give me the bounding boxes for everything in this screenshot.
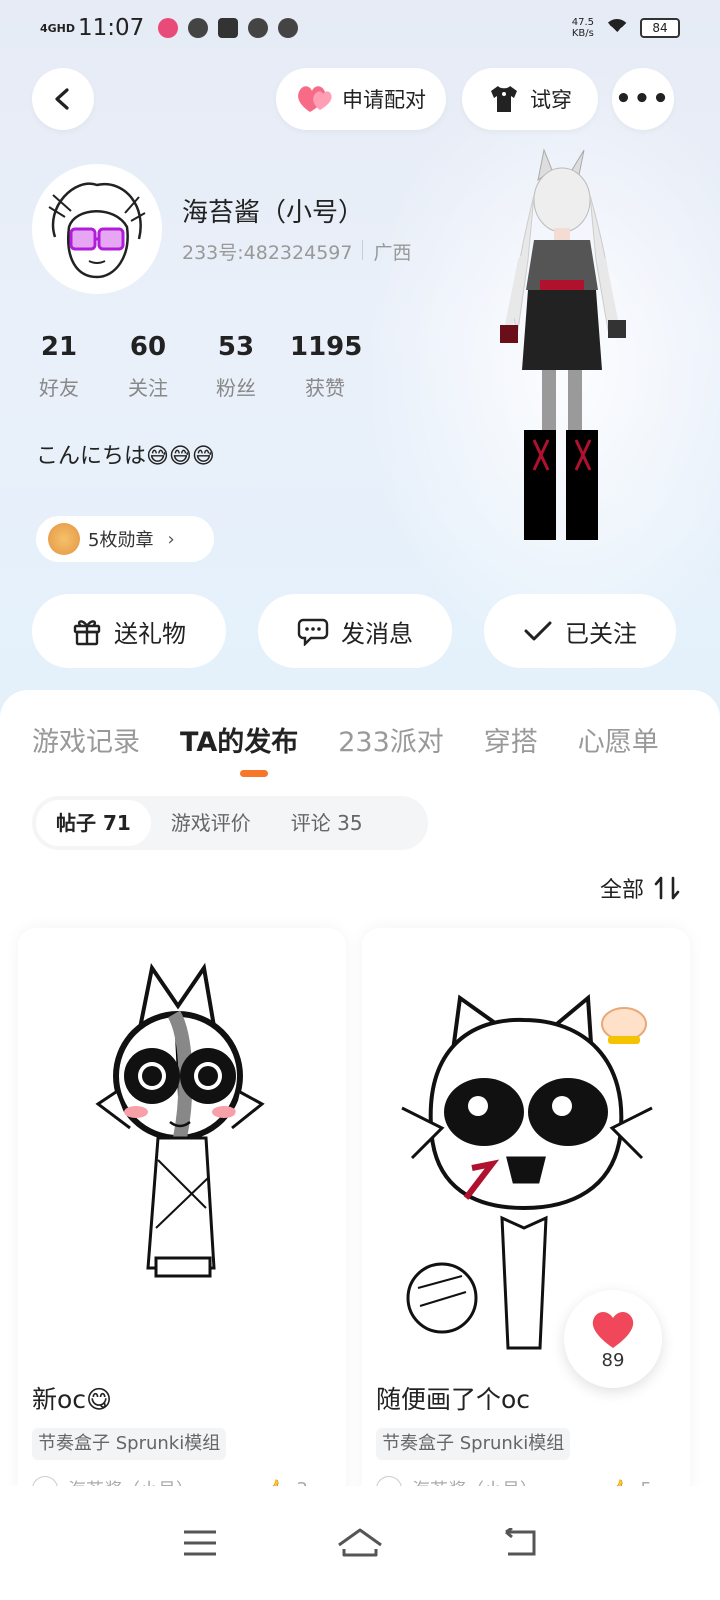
apply-pair-button[interactable]: 申请配对 <box>276 68 446 130</box>
home-icon <box>338 1528 382 1557</box>
send-message-button[interactable]: 发消息 <box>258 594 452 668</box>
stat-likes[interactable]: 1195 获赞 <box>290 332 363 401</box>
avatar-drawing <box>35 167 159 291</box>
check-icon <box>524 621 552 641</box>
menu-nav-button[interactable] <box>170 1513 230 1573</box>
stat-friends[interactable]: 21 好友 <box>30 332 88 401</box>
notification-app-icon <box>188 18 209 38</box>
stat-fans[interactable]: 53 粉丝 <box>206 332 266 401</box>
system-navigation-bar <box>0 1486 720 1600</box>
battery-icon: 84 <box>640 18 680 38</box>
subtab-comments[interactable]: 评论 35 <box>271 800 383 846</box>
stat-value: 21 <box>40 332 78 362</box>
profile-name: 海苔酱（小号） <box>182 198 365 228</box>
try-on-label: 试穿 <box>530 88 572 112</box>
tab-game-records[interactable]: 游戏记录 <box>32 720 140 759</box>
shirt-icon <box>491 86 517 112</box>
followed-label: 已关注 <box>565 619 637 648</box>
profile-bio: こんにちは😅😅😅 <box>36 444 215 469</box>
post-tag[interactable]: 节奏盒子 Sprunki模组 <box>32 1428 227 1460</box>
back-nav-button[interactable] <box>490 1513 550 1573</box>
chevron-left-icon <box>55 88 69 110</box>
network-indicator: 4GHD <box>40 21 76 35</box>
send-gift-button[interactable]: 送礼物 <box>32 594 226 668</box>
wifi-icon <box>604 19 630 45</box>
stat-label: 好友 <box>39 376 79 400</box>
profile-stats: 21 好友 60 关注 53 粉丝 1195 获赞 <box>30 332 363 401</box>
message-icon <box>297 618 329 646</box>
notification-app-icon <box>218 18 239 38</box>
gift-icon <box>73 620 101 646</box>
badges-button[interactable]: 5枚勋章 › <box>36 516 214 562</box>
clock: 11:07 <box>78 15 145 41</box>
sort-button[interactable]: 全部 <box>600 872 680 904</box>
tab-outfits[interactable]: 穿搭 <box>484 720 538 759</box>
followed-button[interactable]: 已关注 <box>484 594 676 668</box>
like-floating-button[interactable]: 89 <box>564 1290 662 1388</box>
menu-icon <box>184 1530 216 1556</box>
more-icon: ••• <box>615 84 671 114</box>
notification-app-icon <box>278 18 299 38</box>
character-3d-model[interactable] <box>478 140 648 560</box>
post-tag[interactable]: 节奏盒子 Sprunki模组 <box>376 1428 571 1460</box>
send-gift-label: 送礼物 <box>114 619 186 648</box>
network-speed: 47.5 KB/s <box>571 17 594 39</box>
post-image <box>18 928 346 1368</box>
post-card[interactable]: 新oc😋 节奏盒子 Sprunki模组 海苔酱（小号） 👍 3 <box>18 928 346 1508</box>
heart-icon <box>298 86 332 112</box>
stat-label: 粉丝 <box>216 376 256 400</box>
notification-app-icon <box>158 18 179 38</box>
tab-233-party[interactable]: 233派对 <box>338 720 444 759</box>
post-title: 新oc😋 <box>32 1385 113 1414</box>
avatar[interactable] <box>32 164 162 294</box>
badge-icon <box>48 523 80 555</box>
stat-value: 1195 <box>290 332 363 362</box>
like-floating-count: 89 <box>601 1349 625 1371</box>
profile-id-row: 233号:482324597 广西 <box>182 238 411 265</box>
profile-region: 广西 <box>373 242 412 264</box>
sort-label: 全部 <box>599 878 644 903</box>
post-card[interactable]: 随便画了个oc 节奏盒子 Sprunki模组 海苔酱（小号） 👍 5 <box>362 928 690 1508</box>
tab-wishlist[interactable]: 心愿单 <box>578 720 659 759</box>
subtab-game-reviews[interactable]: 游戏评价 <box>151 800 271 846</box>
profile-tabs: 游戏记录 TA的发布 233派对 穿搭 心愿单 <box>32 720 659 759</box>
subtab-posts[interactable]: 帖子 71 <box>36 800 151 846</box>
post-title: 随便画了个oc <box>376 1385 531 1414</box>
stat-value: 53 <box>217 332 255 362</box>
status-bar: 4GHD 11:07 47.5 KB/s 84 <box>0 0 720 56</box>
stat-value: 60 <box>129 332 167 362</box>
badges-label: 5枚勋章 <box>88 530 154 551</box>
stat-label: 获赞 <box>305 376 345 400</box>
profile-id: 233号:482324597 <box>182 242 353 264</box>
send-message-label: 发消息 <box>341 619 413 648</box>
back-icon <box>505 1528 536 1556</box>
back-button[interactable] <box>32 68 94 130</box>
tab-ta-posts[interactable]: TA的发布 <box>180 720 298 759</box>
active-tab-indicator <box>240 770 268 777</box>
notification-app-icon <box>248 18 269 38</box>
divider <box>362 240 364 260</box>
home-nav-button[interactable] <box>330 1513 390 1573</box>
try-on-button[interactable]: 试穿 <box>462 68 598 130</box>
stat-label: 关注 <box>128 376 168 400</box>
apply-pair-label: 申请配对 <box>342 88 426 112</box>
chevron-right-icon: › <box>167 528 175 550</box>
sort-icon <box>654 876 680 900</box>
more-options-button[interactable]: ••• <box>612 68 674 130</box>
heart-icon <box>592 1311 634 1348</box>
stat-following[interactable]: 60 关注 <box>118 332 178 401</box>
post-type-filter: 帖子 71 游戏评价 评论 35 <box>32 796 428 850</box>
